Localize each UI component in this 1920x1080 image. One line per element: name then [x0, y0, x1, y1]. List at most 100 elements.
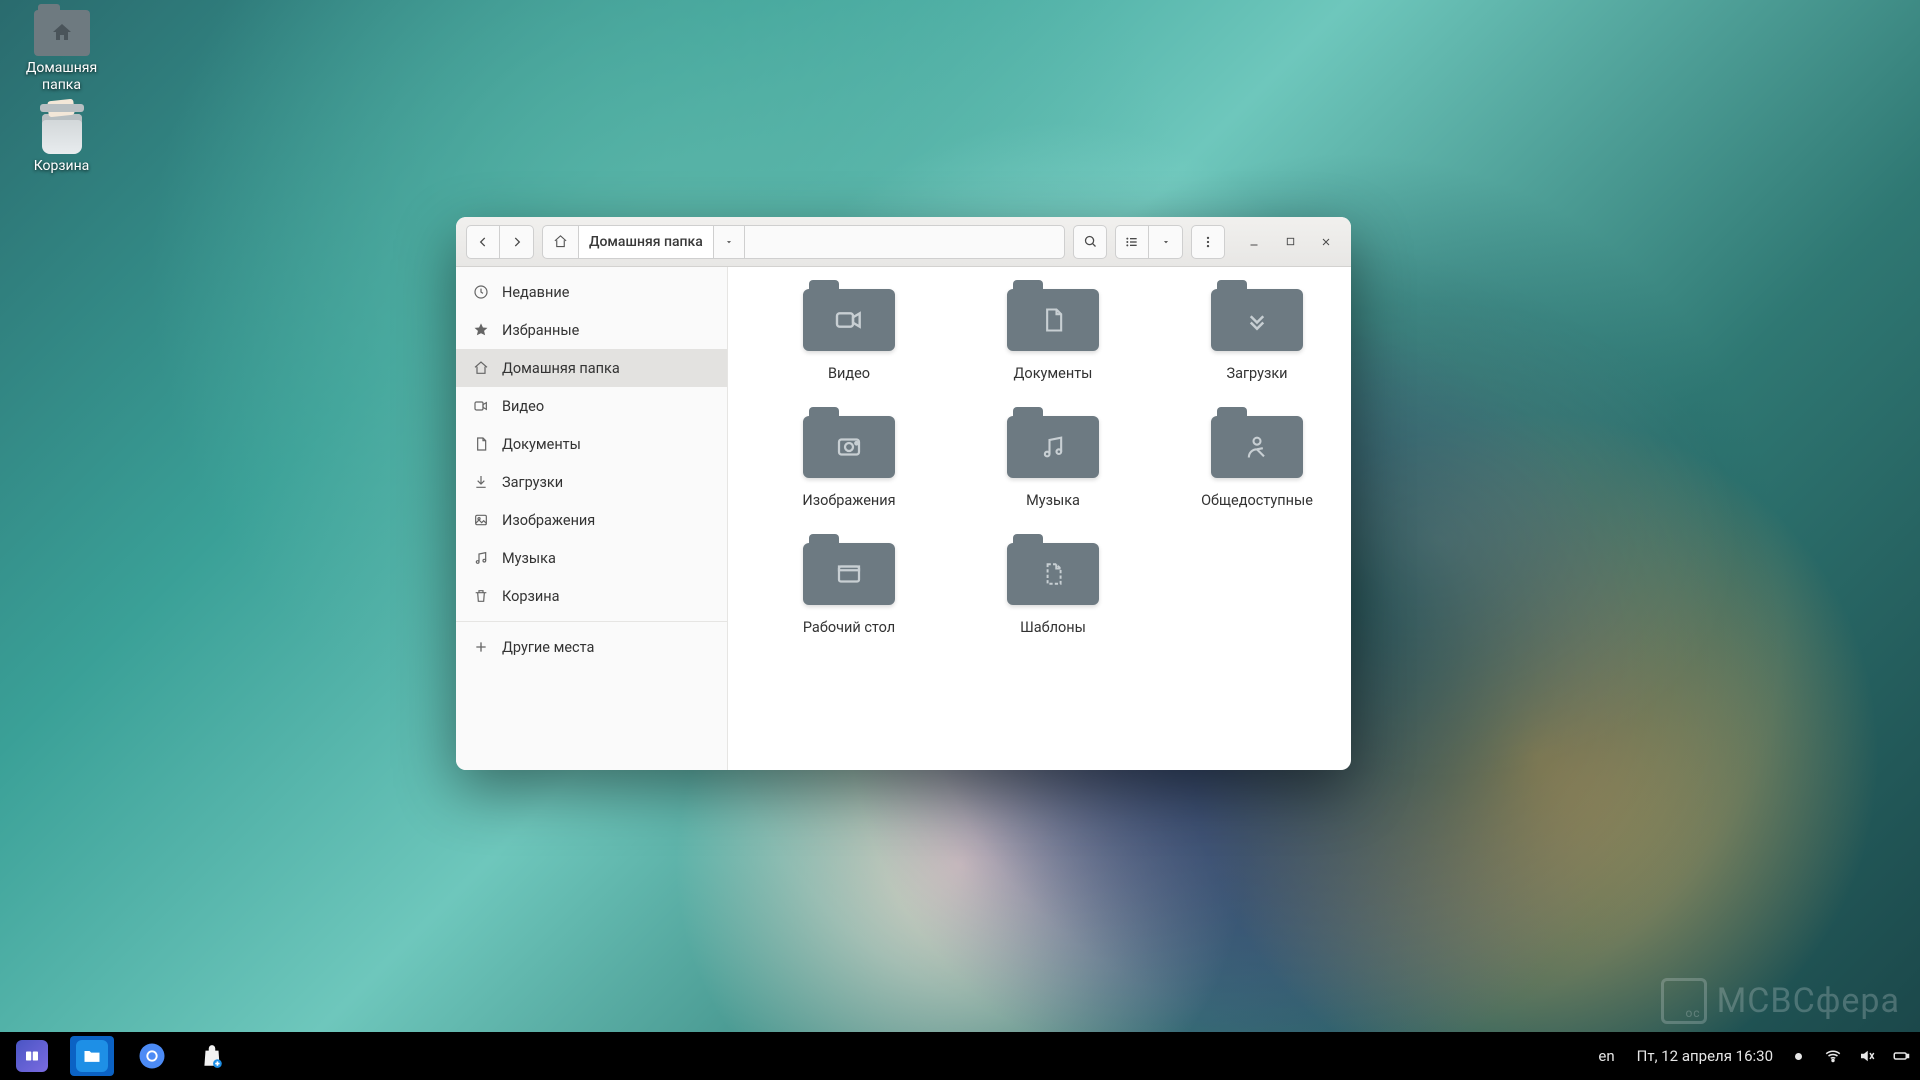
folder-label: Видео — [828, 365, 870, 382]
overview-icon — [16, 1040, 48, 1072]
video-icon — [472, 398, 490, 414]
desktop-icon-label: Домашняяпапка — [26, 60, 97, 94]
minimize-button[interactable] — [1239, 227, 1269, 257]
hamburger-menu-button[interactable] — [1191, 225, 1225, 259]
sidebar-item-starred[interactable]: Избранные — [456, 311, 727, 349]
sidebar: Недавние Избранные Домашняя папка Видео … — [456, 267, 728, 770]
plus-icon — [472, 639, 490, 655]
clock[interactable]: Пт, 12 апреля 16:30 — [1637, 1047, 1773, 1065]
folder-pictures[interactable]: Изображения — [754, 416, 944, 509]
taskbar-app-browser[interactable] — [130, 1036, 174, 1076]
home-folder-icon — [34, 10, 90, 56]
taskbar-app-files[interactable] — [70, 1036, 114, 1076]
desktop-icon-home[interactable]: Домашняяпапка — [14, 10, 109, 94]
folder-label: Шаблоны — [1020, 619, 1086, 636]
keyboard-layout-indicator[interactable]: en — [1598, 1047, 1614, 1065]
folder-icon — [1211, 416, 1303, 478]
sidebar-item-label: Домашняя папка — [502, 360, 620, 377]
path-dropdown-button[interactable] — [714, 226, 745, 258]
shopping-bag-icon — [196, 1040, 228, 1072]
star-icon — [472, 322, 490, 338]
folder-icon — [1007, 289, 1099, 351]
volume-muted-icon — [1858, 1047, 1876, 1065]
folder-label: Общедоступные — [1201, 492, 1313, 509]
sidebar-item-pictures[interactable]: Изображения — [456, 501, 727, 539]
folder-label: Рабочий стол — [803, 619, 895, 636]
folder-icon — [1007, 416, 1099, 478]
folder-public[interactable]: Общедоступные — [1162, 416, 1351, 509]
nav-buttons — [466, 225, 534, 259]
folder-icon — [1007, 543, 1099, 605]
taskbar-right: en Пт, 12 апреля 16:30 — [1598, 1047, 1910, 1065]
document-icon — [472, 436, 490, 452]
window-toolbar: Домашняя папка — [456, 217, 1351, 267]
notification-dot-icon[interactable] — [1795, 1053, 1802, 1060]
desktop-icon-label: Корзина — [34, 158, 90, 175]
folder-label: Загрузки — [1226, 365, 1287, 382]
system-tray[interactable] — [1824, 1047, 1910, 1065]
search-button[interactable] — [1073, 225, 1107, 259]
trash-icon — [38, 104, 86, 154]
sidebar-divider — [456, 621, 727, 622]
sidebar-item-downloads[interactable]: Загрузки — [456, 463, 727, 501]
view-buttons — [1115, 225, 1183, 259]
folder-icon — [803, 543, 895, 605]
sidebar-item-trash[interactable]: Корзина — [456, 577, 727, 615]
folder-label: Изображения — [802, 492, 895, 509]
taskbar-app-software[interactable] — [190, 1036, 234, 1076]
trash-icon — [472, 588, 490, 604]
path-bar[interactable]: Домашняя папка — [542, 225, 1065, 259]
sidebar-item-label: Избранные — [502, 322, 579, 339]
close-button[interactable] — [1311, 227, 1341, 257]
folder-documents[interactable]: Документы — [958, 289, 1148, 382]
sidebar-item-label: Корзина — [502, 588, 560, 605]
folder-videos[interactable]: Видео — [754, 289, 944, 382]
sidebar-item-home[interactable]: Домашняя папка — [456, 349, 727, 387]
chromium-icon — [136, 1040, 168, 1072]
maximize-button[interactable] — [1275, 227, 1305, 257]
forward-button[interactable] — [500, 225, 534, 259]
recent-icon — [472, 284, 490, 300]
sidebar-item-label: Другие места — [502, 639, 594, 656]
sidebar-item-label: Изображения — [502, 512, 595, 529]
sidebar-item-label: Видео — [502, 398, 544, 415]
file-manager-window: Домашняя папка — [456, 217, 1351, 770]
sidebar-item-label: Документы — [502, 436, 581, 453]
file-grid: Видео Документы Загрузки Изображения Муз… — [728, 267, 1351, 770]
folder-templates[interactable]: Шаблоны — [958, 543, 1148, 636]
window-controls — [1239, 227, 1341, 257]
wifi-icon — [1824, 1047, 1842, 1065]
folder-icon — [803, 289, 895, 351]
battery-icon — [1892, 1047, 1910, 1065]
folder-downloads[interactable]: Загрузки — [1162, 289, 1351, 382]
folder-desktop[interactable]: Рабочий стол — [754, 543, 944, 636]
desktop-icon-trash[interactable]: Корзина — [14, 104, 109, 175]
folder-label: Документы — [1014, 365, 1093, 382]
folder-icon — [1211, 289, 1303, 351]
path-home-button[interactable] — [543, 226, 579, 258]
path-label: Домашняя папка — [589, 234, 703, 250]
taskbar: en Пт, 12 апреля 16:30 — [0, 1032, 1920, 1080]
view-list-button[interactable] — [1115, 225, 1149, 259]
taskbar-app-overview[interactable] — [10, 1036, 54, 1076]
folder-label: Музыка — [1026, 492, 1080, 509]
path-segment-current[interactable]: Домашняя папка — [579, 226, 714, 258]
music-icon — [472, 550, 490, 566]
folder-music[interactable]: Музыка — [958, 416, 1148, 509]
sidebar-item-videos[interactable]: Видео — [456, 387, 727, 425]
sidebar-item-label: Недавние — [502, 284, 569, 301]
folder-icon — [803, 416, 895, 478]
home-icon — [472, 360, 490, 376]
sidebar-item-label: Загрузки — [502, 474, 563, 491]
view-dropdown-button[interactable] — [1149, 225, 1183, 259]
sidebar-item-recent[interactable]: Недавние — [456, 273, 727, 311]
sidebar-item-other-locations[interactable]: Другие места — [456, 628, 727, 666]
taskbar-left — [10, 1036, 234, 1076]
sidebar-item-label: Музыка — [502, 550, 556, 567]
back-button[interactable] — [466, 225, 500, 259]
desktop-icons: Домашняяпапка Корзина — [14, 10, 109, 174]
sidebar-item-documents[interactable]: Документы — [456, 425, 727, 463]
sidebar-item-music[interactable]: Музыка — [456, 539, 727, 577]
download-icon — [472, 474, 490, 490]
picture-icon — [472, 512, 490, 528]
